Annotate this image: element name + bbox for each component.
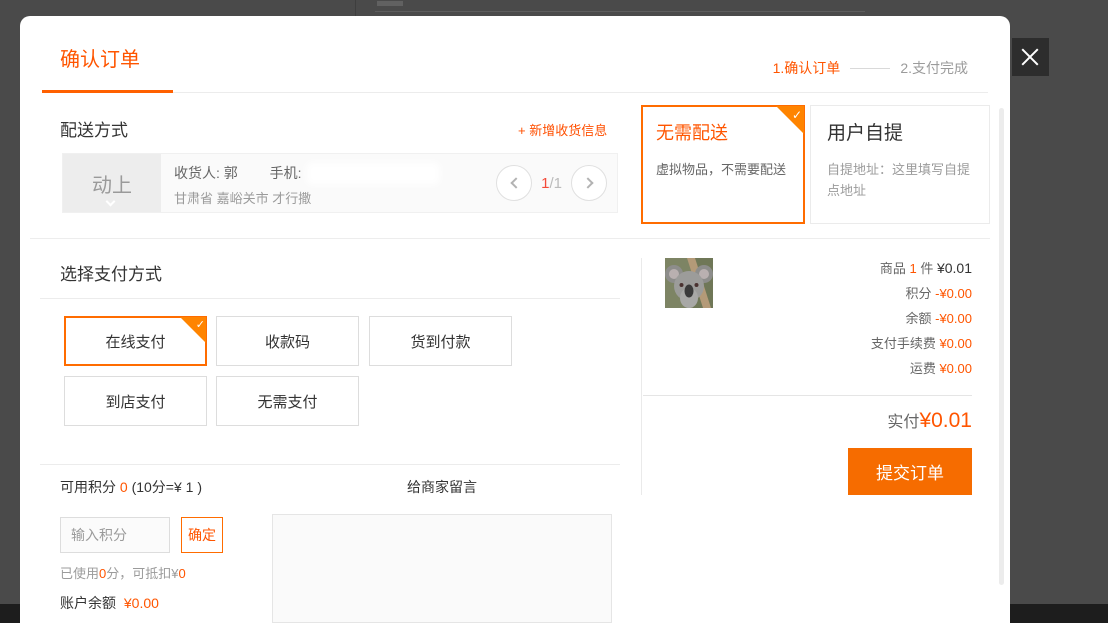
payment-method-cod[interactable]: 货到付款 xyxy=(369,316,512,366)
close-button[interactable] xyxy=(1012,38,1049,76)
shipping-option-desc: 自提地址：这里填写自提点地址 xyxy=(827,159,973,201)
payment-method-none[interactable]: 无需支付 xyxy=(216,376,359,426)
account-balance-value: ¥0.00 xyxy=(124,595,159,611)
step-confirm-order: 1.确认订单 xyxy=(773,60,841,76)
shipping-option-pickup[interactable]: 用户自提 自提地址：这里填写自提点地址 xyxy=(810,105,990,224)
summary-divider xyxy=(643,395,972,396)
address-region: 甘肃省 嘉峪关市 才行撒 xyxy=(174,188,437,207)
chevron-left-icon xyxy=(510,177,521,188)
checkout-steps: 1.确认订单 2.支付完成 xyxy=(773,58,968,78)
total-value: ¥0.01 xyxy=(919,409,972,432)
header-divider xyxy=(42,92,988,93)
payment-method-instore[interactable]: 到店支付 xyxy=(64,376,207,426)
address-tag-dropdown[interactable]: 动上 xyxy=(63,154,161,212)
check-icon: ✓ xyxy=(792,108,802,122)
points-confirm-button[interactable]: 确定 xyxy=(181,517,223,553)
shipping-option-desc: 虚拟物品，不需要配送 xyxy=(656,159,790,180)
header-divider-accent xyxy=(42,90,173,93)
points-input[interactable] xyxy=(60,517,170,553)
payment-method-qrcode[interactable]: 收款码 xyxy=(216,316,359,366)
chevron-down-icon xyxy=(106,197,116,207)
add-address-link[interactable]: + 新增收货信息 xyxy=(518,120,607,139)
summary-row-product: 商品 1 件 ¥0.01 xyxy=(720,256,972,281)
selected-corner-badge: ✓ xyxy=(180,317,206,343)
address-info: 收货人: 郭 手机: 甘肃省 嘉峪关市 才行撒 xyxy=(161,154,437,212)
selected-corner-badge: ✓ xyxy=(776,106,804,134)
account-balance-label: 账户余额 xyxy=(60,595,116,611)
available-points-label: 可用积分 0 (10分=¥ 1 ) xyxy=(60,477,202,497)
payment-method-label: 到店支付 xyxy=(105,391,165,412)
address-tag-label: 动上 xyxy=(92,169,132,198)
payment-method-label: 无需支付 xyxy=(257,391,317,412)
address-card[interactable]: 动上 收货人: 郭 手机: 甘肃省 嘉峪关市 才行撒 1/1 xyxy=(62,153,618,213)
payment-section-title: 选择支付方式 xyxy=(60,260,162,285)
page-title: 确认订单 xyxy=(60,43,140,72)
step-payment-complete: 2.支付完成 xyxy=(900,60,968,76)
confirm-order-modal: 确认订单 1.确认订单 2.支付完成 配送方式 + 新增收货信息 动上 收货人: … xyxy=(20,16,1010,623)
payment-title-divider xyxy=(40,298,620,299)
modal-scrollbar[interactable] xyxy=(999,108,1004,585)
points-used-line: 已使用0分，可抵扣¥0 xyxy=(60,563,186,582)
delivery-section-title: 配送方式 xyxy=(60,116,128,141)
submit-order-button[interactable]: 提交订单 xyxy=(848,448,972,495)
product-thumbnail xyxy=(665,258,713,308)
payment-method-online[interactable]: 在线支付 ✓ xyxy=(64,316,207,366)
receiver-label: 收货人: xyxy=(174,165,220,181)
merchant-message-label: 给商家留言 xyxy=(272,477,612,497)
receiver-name: 郭 xyxy=(224,165,238,181)
shipping-option-title: 用户自提 xyxy=(827,118,973,145)
prev-address-button[interactable] xyxy=(496,165,532,201)
total-label: 实付 xyxy=(887,414,919,431)
pager-count: 1/1 xyxy=(541,175,562,192)
background-divider xyxy=(355,0,356,16)
check-icon: ✓ xyxy=(196,318,205,331)
next-address-button[interactable] xyxy=(571,165,607,201)
payment-method-label: 在线支付 xyxy=(105,331,165,352)
order-summary-lines: 商品 1 件 ¥0.01 积分 -¥0.00 余额 -¥0.00 支付手续费 ¥… xyxy=(720,256,972,381)
steps-divider xyxy=(850,68,890,69)
payment-method-label: 收款码 xyxy=(265,331,310,352)
shipping-option-title: 无需配送 xyxy=(656,119,790,145)
phone-label: 手机: xyxy=(270,165,302,181)
summary-row-shipping: 运费 ¥0.00 xyxy=(720,356,972,381)
background-text-remnant xyxy=(377,1,403,6)
summary-row-fee: 支付手续费 ¥0.00 xyxy=(720,331,972,356)
summary-row-points: 积分 -¥0.00 xyxy=(720,281,972,306)
shipping-option-no-delivery[interactable]: 无需配送 虚拟物品，不需要配送 ✓ xyxy=(641,105,805,224)
total-line: 实付¥0.01 xyxy=(720,408,972,433)
available-points-value: 0 xyxy=(120,479,128,495)
section-divider xyxy=(40,464,620,465)
summary-vertical-divider xyxy=(641,258,642,495)
merchant-message-textarea[interactable] xyxy=(272,514,612,623)
phone-number-redacted xyxy=(309,165,437,182)
background-divider xyxy=(375,11,865,12)
section-divider xyxy=(30,238,990,239)
summary-row-balance: 余额 -¥0.00 xyxy=(720,306,972,331)
payment-method-label: 货到付款 xyxy=(410,331,470,352)
address-pager: 1/1 xyxy=(496,165,607,201)
account-balance: 账户余额 ¥0.00 xyxy=(60,593,159,613)
chevron-right-icon xyxy=(582,177,593,188)
